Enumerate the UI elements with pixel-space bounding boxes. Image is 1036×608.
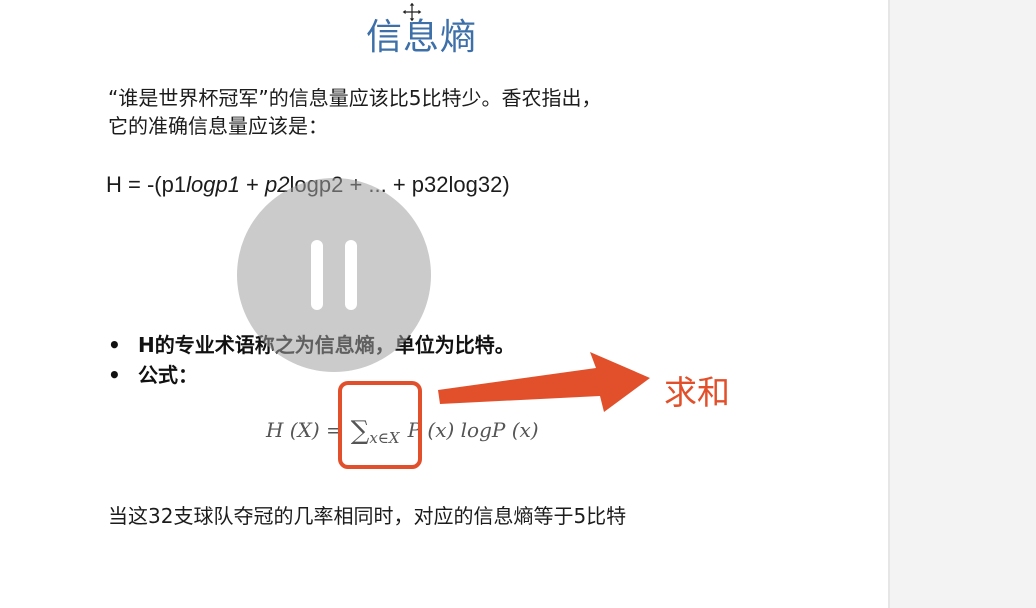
eq-part-2: logp1 [186, 172, 240, 197]
eq-part-3: + [239, 172, 266, 197]
bullet-text: 公式： [138, 363, 198, 387]
slide-canvas: 信息熵 “谁是世界杯冠军”的信息量应该比5比特少。香农指出， 它的准确信息量应该… [0, 0, 888, 608]
panel-divider [888, 0, 890, 608]
arrow-icon [438, 352, 650, 412]
sum-annotation: 求和 [664, 373, 730, 412]
pause-icon [311, 240, 323, 310]
eq-part-1: H = -(p1 [106, 172, 187, 197]
intro-paragraph: “谁是世界杯冠军”的信息量应该比5比特少。香农指出， 它的准确信息量应该是： [108, 84, 868, 140]
intro-line-1: “谁是世界杯冠军”的信息量应该比5比特少。香农指出， [108, 86, 602, 110]
bullet-marker: • [108, 333, 121, 357]
move-cursor-icon [401, 1, 423, 23]
formula-lhs: H (X) = [266, 418, 343, 442]
bullet-marker: • [108, 363, 121, 387]
intro-line-2: 它的准确信息量应该是： [108, 114, 328, 138]
footer-text: 当这32支球队夺冠的几率相同时，对应的信息熵等于5比特 [108, 504, 627, 528]
pause-button[interactable] [237, 178, 431, 372]
pause-icon [345, 240, 357, 310]
sum-highlight-box [338, 381, 422, 469]
formula-rhs: P (x) logP (x) [407, 418, 539, 442]
